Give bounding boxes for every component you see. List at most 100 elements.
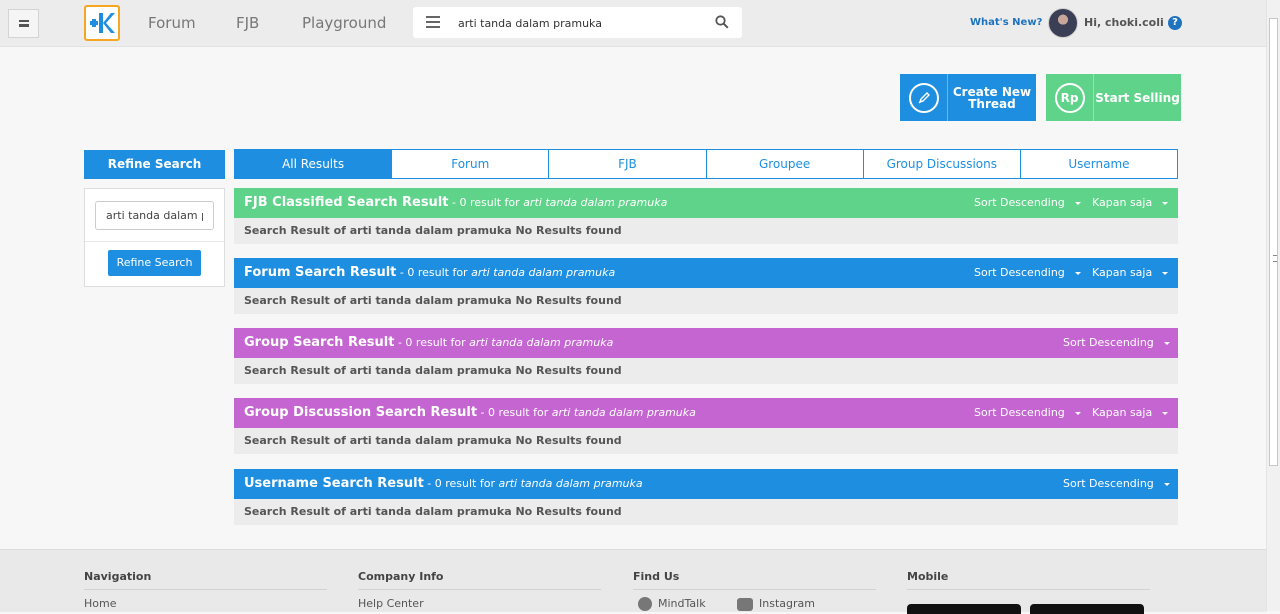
page-scrollbar[interactable] [1266, 0, 1280, 611]
chevron-down-icon [1162, 201, 1169, 205]
footer-navigation-column: Navigation [84, 570, 327, 590]
footer-navigation-title: Navigation [84, 570, 327, 590]
kaskus-logo-icon [90, 13, 115, 33]
pencil-icon [908, 82, 939, 113]
site-footer: Navigation Home Company Info Help Center… [0, 549, 1266, 614]
section-header: Group Discussion Search Result - 0 resul… [234, 398, 1178, 428]
search-category-menu-icon[interactable] [426, 16, 440, 28]
result-count: - 0 result for [448, 196, 524, 209]
no-results-message: Search Result of arti tanda dalam pramuk… [234, 499, 1178, 525]
footer-mindtalk-link[interactable]: MindTalk [638, 597, 706, 611]
username-result-section: Username Search Result - 0 result for ar… [234, 469, 1178, 525]
section-title: Group Search Result [244, 335, 395, 350]
hamburger-icon [18, 20, 29, 27]
sort-dropdown[interactable]: Sort Descending [974, 196, 1081, 209]
nav-fjb-link[interactable]: FJB [236, 14, 259, 32]
section-title: FJB Classified Search Result [244, 195, 449, 210]
scrollbar-thumb[interactable] [1269, 18, 1278, 466]
chevron-down-icon [1074, 411, 1081, 415]
footer-find-us-column: Find Us [633, 570, 876, 590]
refine-search-input[interactable] [95, 201, 214, 230]
tab-groupee[interactable]: Groupee [705, 149, 864, 179]
chevron-down-icon [1163, 482, 1170, 486]
tab-forum[interactable]: Forum [391, 149, 550, 179]
start-selling-button[interactable]: Rp Start Selling [1046, 74, 1181, 121]
footer-home-link[interactable]: Home [84, 597, 116, 610]
section-header: FJB Classified Search Result - 0 result … [234, 188, 1178, 218]
result-count: - 0 result for [477, 406, 552, 419]
no-results-message: Search Result of arti tanda dalam pramuk… [234, 428, 1178, 454]
refine-search-button[interactable]: Refine Search [108, 250, 201, 276]
chevron-down-icon [1162, 271, 1169, 275]
section-title: Username Search Result [244, 476, 424, 491]
user-greeting[interactable]: Hi, choki.coli [1084, 16, 1164, 29]
result-query: arti tanda dalam pramuka [471, 266, 616, 279]
search-icon[interactable] [715, 15, 729, 29]
result-query: arti tanda dalam pramuka [469, 336, 614, 349]
chevron-down-icon [1074, 271, 1081, 275]
result-query: arti tanda dalam pramuka [498, 477, 643, 490]
footer-find-us-title: Find Us [633, 570, 876, 590]
group-result-section: Group Search Result - 0 result for arti … [234, 328, 1178, 384]
footer-company-title: Company Info [358, 570, 601, 590]
rupiah-icon: Rp [1054, 82, 1085, 113]
refine-divider [85, 241, 224, 242]
nav-playground-link[interactable]: Playground [302, 14, 386, 32]
create-thread-button[interactable]: Create New Thread [900, 74, 1036, 121]
kaskus-logo[interactable] [84, 5, 120, 41]
mindtalk-icon [638, 597, 652, 611]
sort-dropdown[interactable]: Sort Descending [974, 406, 1081, 419]
group-discussion-result-section: Group Discussion Search Result - 0 resul… [234, 398, 1178, 454]
result-query: arti tanda dalam pramuka [551, 406, 696, 419]
google-play-badge[interactable] [1030, 604, 1144, 614]
time-dropdown[interactable]: Kapan saja [1092, 406, 1169, 419]
sort-dropdown[interactable]: Sort Descending [1063, 477, 1170, 490]
footer-company-column: Company Info [358, 570, 601, 590]
time-dropdown[interactable]: Kapan saja [1092, 196, 1169, 209]
sort-dropdown[interactable]: Sort Descending [974, 266, 1081, 279]
result-count: - 0 result for [423, 477, 499, 490]
scrollbar-grip-icon [1273, 255, 1277, 262]
chevron-down-icon [1163, 341, 1170, 345]
section-header: Forum Search Result - 0 result for arti … [234, 258, 1178, 288]
tab-fjb[interactable]: FJB [548, 149, 707, 179]
app-store-badge[interactable] [907, 604, 1021, 614]
refine-search-heading: Refine Search [84, 150, 225, 179]
main-menu-button[interactable] [8, 9, 39, 38]
create-thread-label: Create New Thread [952, 84, 1032, 111]
chevron-down-icon [1162, 411, 1169, 415]
forum-result-section: Forum Search Result - 0 result for arti … [234, 258, 1178, 314]
sort-dropdown[interactable]: Sort Descending [1063, 336, 1170, 349]
footer-instagram-link[interactable]: Instagram [737, 597, 815, 611]
nav-forum-link[interactable]: Forum [148, 14, 196, 32]
chevron-down-icon [1074, 201, 1081, 205]
user-avatar[interactable] [1048, 8, 1078, 38]
result-count: - 0 result for [394, 336, 470, 349]
instagram-icon [737, 597, 753, 611]
footer-mobile-title: Mobile [907, 570, 1150, 590]
global-search [413, 7, 742, 38]
no-results-message: Search Result of arti tanda dalam pramuk… [234, 218, 1178, 244]
no-results-message: Search Result of arti tanda dalam pramuk… [234, 358, 1178, 384]
refine-search-panel: Refine Search [84, 188, 225, 287]
no-results-message: Search Result of arti tanda dalam pramuk… [234, 288, 1178, 314]
footer-help-center-link[interactable]: Help Center [358, 597, 424, 610]
result-tabs: All Results Forum FJB Groupee Group Disc… [234, 149, 1179, 179]
section-header: Username Search Result - 0 result for ar… [234, 469, 1178, 499]
top-navbar: Forum FJB Playground What's New? Hi, cho… [0, 0, 1266, 47]
time-dropdown[interactable]: Kapan saja [1092, 266, 1169, 279]
tab-username[interactable]: Username [1019, 149, 1179, 179]
section-header: Group Search Result - 0 result for arti … [234, 328, 1178, 358]
footer-mobile-column: Mobile [907, 570, 1150, 590]
tab-all-results[interactable]: All Results [234, 149, 393, 179]
tab-group-discussions[interactable]: Group Discussions [862, 149, 1021, 179]
section-title: Group Discussion Search Result [244, 405, 478, 420]
whats-new-link[interactable]: What's New? [970, 17, 1042, 28]
result-count: - 0 result for [396, 266, 472, 279]
fjb-result-section: FJB Classified Search Result - 0 result … [234, 188, 1178, 244]
start-selling-label: Start Selling [1095, 90, 1180, 105]
search-input[interactable] [456, 12, 700, 34]
help-icon[interactable]: ? [1168, 16, 1182, 30]
result-query: arti tanda dalam pramuka [523, 196, 668, 209]
section-title: Forum Search Result [244, 265, 397, 280]
